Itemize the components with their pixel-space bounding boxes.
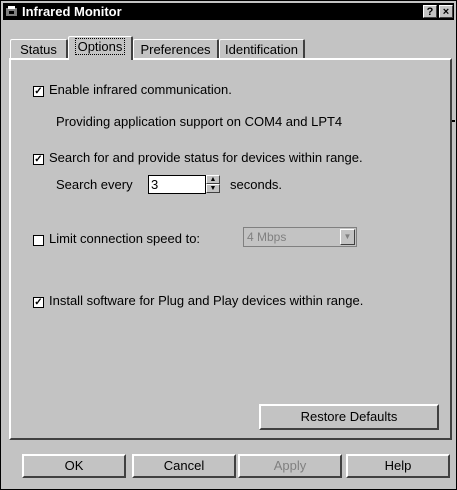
tab-options[interactable]: Options — [68, 36, 133, 60]
chevron-down-icon[interactable]: ▼ — [340, 229, 355, 245]
help-title-button[interactable]: ? — [423, 5, 437, 18]
tab-options-label: Options — [74, 38, 126, 55]
tab-preferences[interactable]: Preferences — [133, 39, 219, 59]
limit-speed-label[interactable]: Limit connection speed to: — [49, 231, 200, 246]
enable-ir-label[interactable]: Enable infrared communication. — [49, 82, 232, 97]
title-bar[interactable]: Infrared Monitor ? × — [3, 3, 454, 20]
options-panel: ✓ Enable infrared communication. Providi… — [9, 58, 452, 440]
speed-select[interactable]: 4 Mbps ▼ — [243, 227, 357, 247]
cancel-button[interactable]: Cancel — [132, 454, 236, 478]
search-interval-spinner[interactable]: ▲ ▼ — [206, 175, 220, 193]
tab-status-label: Status — [20, 42, 57, 57]
infrared-monitor-window: Infrared Monitor ? × Status Options Pref… — [0, 0, 457, 490]
tab-identification[interactable]: Identification — [219, 39, 305, 59]
apply-button[interactable]: Apply — [238, 454, 342, 478]
install-pnp-label[interactable]: Install software for Plug and Play devic… — [49, 293, 363, 308]
spin-up-icon[interactable]: ▲ — [206, 175, 220, 184]
search-label[interactable]: Search for and provide status for device… — [49, 150, 363, 165]
limit-speed-checkbox[interactable] — [33, 235, 44, 246]
tab-status[interactable]: Status — [10, 39, 68, 59]
install-pnp-checkbox[interactable]: ✓ — [33, 297, 44, 308]
search-every-label: Search every — [56, 177, 133, 192]
close-title-button[interactable]: × — [439, 5, 453, 18]
speed-select-value: 4 Mbps — [247, 230, 287, 244]
seconds-label: seconds. — [230, 177, 283, 192]
support-text: Providing application support on COM4 an… — [56, 114, 343, 129]
window-title: Infrared Monitor — [22, 4, 122, 19]
restore-defaults-button[interactable]: Restore Defaults — [259, 404, 439, 430]
ok-button[interactable]: OK — [22, 454, 126, 478]
tab-identification-label: Identification — [225, 42, 298, 57]
search-interval-input[interactable]: 3 — [148, 175, 206, 194]
spin-down-icon[interactable]: ▼ — [206, 184, 220, 193]
help-button[interactable]: Help — [346, 454, 450, 478]
tab-preferences-label: Preferences — [140, 42, 211, 57]
enable-ir-checkbox[interactable]: ✓ — [33, 86, 44, 97]
search-checkbox[interactable]: ✓ — [33, 154, 44, 165]
infrared-monitor-icon — [6, 6, 17, 16]
